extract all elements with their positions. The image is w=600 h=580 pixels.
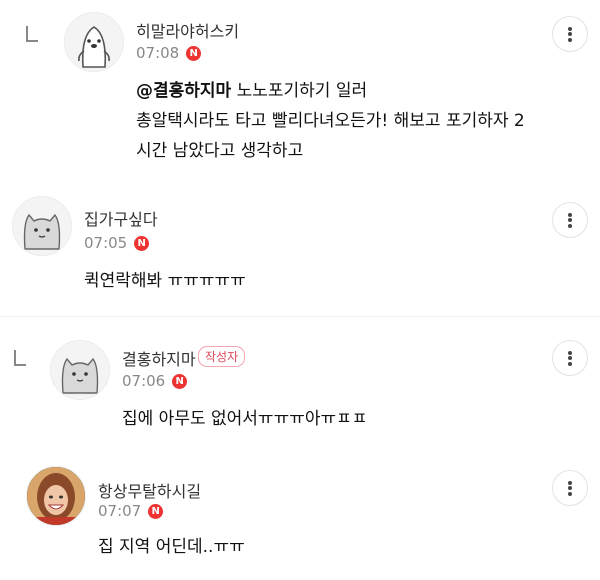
reply-arrow-icon: [26, 26, 38, 42]
avatar[interactable]: [64, 12, 124, 72]
reply-arrow-icon: [14, 350, 26, 366]
avatar[interactable]: [12, 196, 72, 256]
comment-line-text: 노노포기하기 일러: [231, 81, 368, 101]
comment-author[interactable]: 히말라야허스키: [136, 18, 239, 42]
avatar[interactable]: [50, 340, 110, 400]
comment-time: 07:05 N: [84, 234, 150, 252]
more-options-button[interactable]: [552, 202, 588, 238]
more-options-button[interactable]: [552, 340, 588, 376]
penguin-avatar-icon: [65, 13, 123, 71]
comment-author[interactable]: 항상무탈하시길: [98, 478, 201, 502]
more-options-button[interactable]: [552, 16, 588, 52]
comment-author[interactable]: 집가구싶다: [84, 206, 158, 230]
more-vertical-icon: [568, 479, 572, 497]
new-badge: N: [148, 503, 164, 519]
more-vertical-icon: [568, 349, 572, 367]
comment-line: @결홍하지마 노노포기하기 일러: [136, 76, 525, 106]
more-options-button[interactable]: [552, 470, 588, 506]
comment-time: 07:08 N: [136, 44, 202, 62]
time-text: 07:08: [136, 44, 180, 62]
more-vertical-icon: [568, 25, 572, 43]
writer-badge: 작성자: [198, 346, 246, 367]
comment-time: 07:07 N: [98, 502, 164, 520]
comment-line: 총알택시라도 타고 빨리다녀오든가! 해보고 포기하자 2: [136, 111, 525, 131]
cat-avatar-icon: [51, 341, 109, 399]
mention-link[interactable]: @결홍하지마: [136, 81, 231, 101]
new-badge: N: [186, 45, 202, 61]
comment-body: 집에 아무도 없어서ㅠㅠㅠ아ㅠㅍㅍ: [122, 409, 368, 429]
comment-body: @결홍하지마 노노포기하기 일러 총알택시라도 타고 빨리다녀오든가! 해보고 …: [136, 76, 525, 166]
more-vertical-icon: [568, 211, 572, 229]
comment-body: 퀵연락해봐 ㅠㅠㅠㅠㅠ: [84, 271, 246, 291]
time-text: 07:07: [98, 502, 142, 520]
profile-photo-icon: [27, 467, 85, 525]
comment-author[interactable]: 결홍하지마: [122, 346, 196, 370]
new-badge: N: [172, 373, 188, 389]
comment-divider: [0, 316, 600, 317]
comment-line: 시간 남았다고 생각하고: [136, 141, 304, 161]
time-text: 07:05: [84, 234, 128, 252]
cat-avatar-icon: [13, 197, 71, 255]
comment-time: 07:06 N: [122, 372, 188, 390]
new-badge: N: [134, 235, 150, 251]
comment-body: 집 지역 어딘데..ㅠㅠ: [98, 537, 245, 557]
time-text: 07:06: [122, 372, 166, 390]
avatar[interactable]: [26, 466, 86, 526]
